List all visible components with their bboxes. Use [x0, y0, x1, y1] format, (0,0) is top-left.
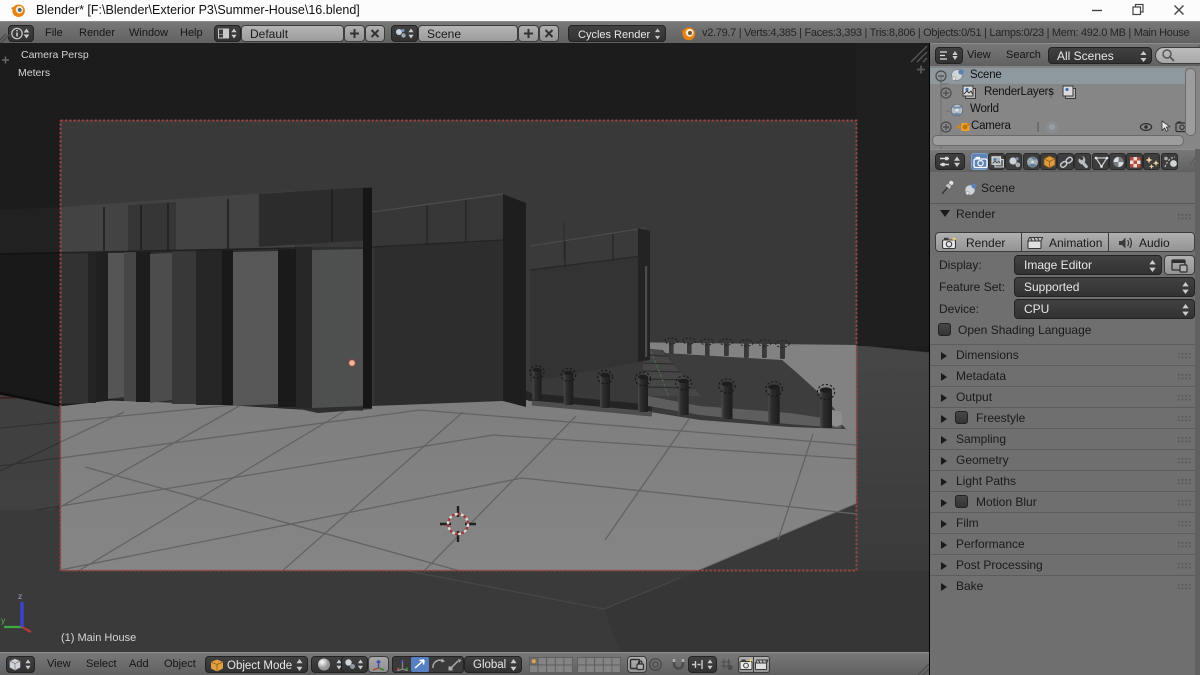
svg-text:z: z [18, 591, 22, 601]
